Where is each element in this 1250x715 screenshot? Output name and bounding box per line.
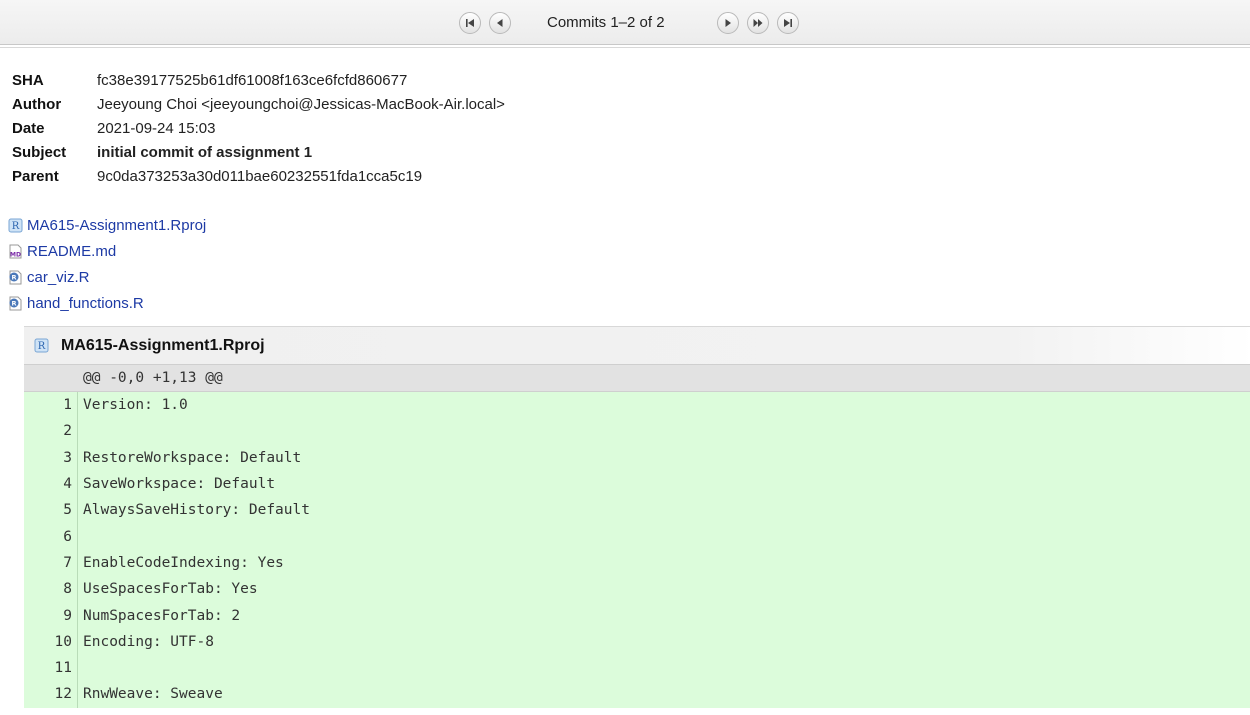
file-link[interactable]: hand_functions.R bbox=[27, 295, 144, 312]
sha-value: fc38e39177525b61df61008f163ce6fcfd860677 bbox=[97, 71, 408, 89]
new-line-number: 8 bbox=[48, 576, 78, 603]
diff-line: 11 bbox=[24, 654, 1250, 682]
new-line-number: 5 bbox=[48, 497, 78, 524]
last-page-button[interactable] bbox=[777, 12, 799, 34]
diff-line: 4 SaveWorkspace: Default bbox=[24, 470, 1250, 498]
diff-line-text: Version: 1.0 bbox=[83, 397, 188, 414]
new-line-number: 11 bbox=[48, 654, 78, 682]
subject-label: Subject bbox=[12, 143, 67, 161]
diff-file-header: R MA615-Assignment1.Rproj bbox=[24, 326, 1250, 364]
parent-label: Parent bbox=[12, 167, 59, 185]
diff-line-text: Encoding: UTF-8 bbox=[83, 633, 214, 650]
fast-forward-button[interactable] bbox=[747, 12, 769, 34]
fast-forward-icon bbox=[753, 19, 763, 27]
diff-line: 8 UseSpacesForTab: Yes bbox=[24, 576, 1250, 603]
new-line-number: 10 bbox=[48, 628, 78, 655]
first-page-icon bbox=[466, 19, 474, 27]
markdown-icon: MD bbox=[8, 244, 23, 259]
diff-line: 9 NumSpacesForTab: 2 bbox=[24, 602, 1250, 629]
diff-view: @@ -0,0 +1,13 @@ 1 Version: 1.0 2 3 RestoreW… bbox=[24, 364, 1250, 708]
parent-value: 9c0da373253a30d011bae60232551fda1cca5c19 bbox=[97, 167, 423, 185]
file-link[interactable]: README.md bbox=[27, 243, 116, 260]
new-line-number: 2 bbox=[48, 418, 78, 445]
new-line-number: 9 bbox=[48, 602, 78, 629]
divider bbox=[0, 47, 1250, 48]
file-item[interactable]: R MA615-Assignment1.Rproj bbox=[8, 212, 206, 238]
diff-line: 5 AlwaysSaveHistory: Default bbox=[24, 497, 1250, 524]
nav-right-group bbox=[717, 11, 807, 35]
new-line-number: 6 bbox=[48, 523, 78, 550]
sha-label: SHA bbox=[12, 71, 44, 89]
sha-row: SHA fc38e39177525b61df61008f163ce6fcfd86… bbox=[12, 68, 505, 92]
date-row: Date 2021-09-24 15:03 bbox=[12, 116, 505, 140]
diff-line: 10 Encoding: UTF-8 bbox=[24, 628, 1250, 655]
subject-row: Subject initial commit of assignment 1 bbox=[12, 140, 505, 164]
nav-left-group bbox=[459, 11, 519, 35]
rproj-icon: R bbox=[34, 338, 49, 353]
diff-file-name: MA615-Assignment1.Rproj bbox=[61, 336, 265, 354]
commit-counter: Commits 1–2 of 2 bbox=[547, 14, 665, 31]
author-row: Author Jeeyoung Choi <jeeyoungchoi@Jessi… bbox=[12, 92, 505, 116]
changed-files-list: R MA615-Assignment1.Rproj MD README.md R… bbox=[8, 212, 206, 316]
new-line-number: 7 bbox=[48, 549, 78, 577]
file-link[interactable]: MA615-Assignment1.Rproj bbox=[27, 217, 206, 234]
parent-row: Parent 9c0da373253a30d011bae60232551fda1… bbox=[12, 164, 505, 188]
new-line-number: 1 bbox=[48, 392, 78, 419]
file-link[interactable]: car_viz.R bbox=[27, 269, 90, 286]
rproj-icon: R bbox=[8, 218, 23, 233]
diff-line-text: RnwWeave: Sweave bbox=[83, 686, 223, 703]
new-line-number: 3 bbox=[48, 444, 78, 471]
date-value: 2021-09-24 15:03 bbox=[97, 119, 216, 137]
first-page-button[interactable] bbox=[459, 12, 481, 34]
diff-line: 7 EnableCodeIndexing: Yes bbox=[24, 549, 1250, 577]
next-page-icon bbox=[725, 19, 731, 27]
svg-text:R: R bbox=[38, 341, 46, 352]
diff-line: 2 bbox=[24, 418, 1250, 445]
diff-line-text: NumSpacesForTab: 2 bbox=[83, 607, 241, 624]
subject-value: initial commit of assignment 1 bbox=[97, 143, 313, 161]
author-value: Jeeyoung Choi <jeeyoungchoi@Jessicas-Mac… bbox=[97, 95, 505, 113]
r-script-icon: R bbox=[8, 296, 23, 311]
hunk-header: @@ -0,0 +1,13 @@ bbox=[24, 364, 1250, 392]
diff-line: 12 RnwWeave: Sweave bbox=[24, 681, 1250, 708]
diff-line-text: UseSpacesForTab: Yes bbox=[83, 581, 258, 598]
next-page-button[interactable] bbox=[717, 12, 739, 34]
file-item[interactable]: MD README.md bbox=[8, 238, 206, 264]
new-line-number: 4 bbox=[48, 470, 78, 498]
new-line-number: 12 bbox=[48, 681, 78, 708]
author-label: Author bbox=[12, 95, 62, 113]
diff-lines: 1 Version: 1.0 2 3 RestoreWorkspace: Default… bbox=[24, 392, 1250, 708]
commit-metadata: SHA fc38e39177525b61df61008f163ce6fcfd86… bbox=[12, 68, 505, 188]
svg-text:R: R bbox=[11, 273, 16, 281]
diff-line-text: AlwaysSaveHistory: Default bbox=[83, 502, 310, 519]
svg-text:MD: MD bbox=[10, 251, 21, 258]
file-item[interactable]: R car_viz.R bbox=[8, 264, 206, 290]
diff-line-text: EnableCodeIndexing: Yes bbox=[83, 554, 284, 571]
hunk-range: @@ -0,0 +1,13 @@ bbox=[83, 370, 223, 386]
last-page-icon bbox=[784, 19, 792, 27]
previous-page-icon bbox=[497, 19, 503, 27]
previous-page-button[interactable] bbox=[489, 12, 511, 34]
date-label: Date bbox=[12, 119, 45, 137]
diff-line: 1 Version: 1.0 bbox=[24, 392, 1250, 419]
diff-line-text: SaveWorkspace: Default bbox=[83, 476, 276, 493]
svg-text:R: R bbox=[11, 299, 16, 307]
r-script-icon: R bbox=[8, 270, 23, 285]
diff-line: 6 bbox=[24, 523, 1250, 550]
diff-line: 3 RestoreWorkspace: Default bbox=[24, 444, 1250, 471]
diff-line-text: RestoreWorkspace: Default bbox=[83, 449, 302, 466]
svg-text:R: R bbox=[12, 221, 20, 232]
file-item[interactable]: R hand_functions.R bbox=[8, 290, 206, 316]
